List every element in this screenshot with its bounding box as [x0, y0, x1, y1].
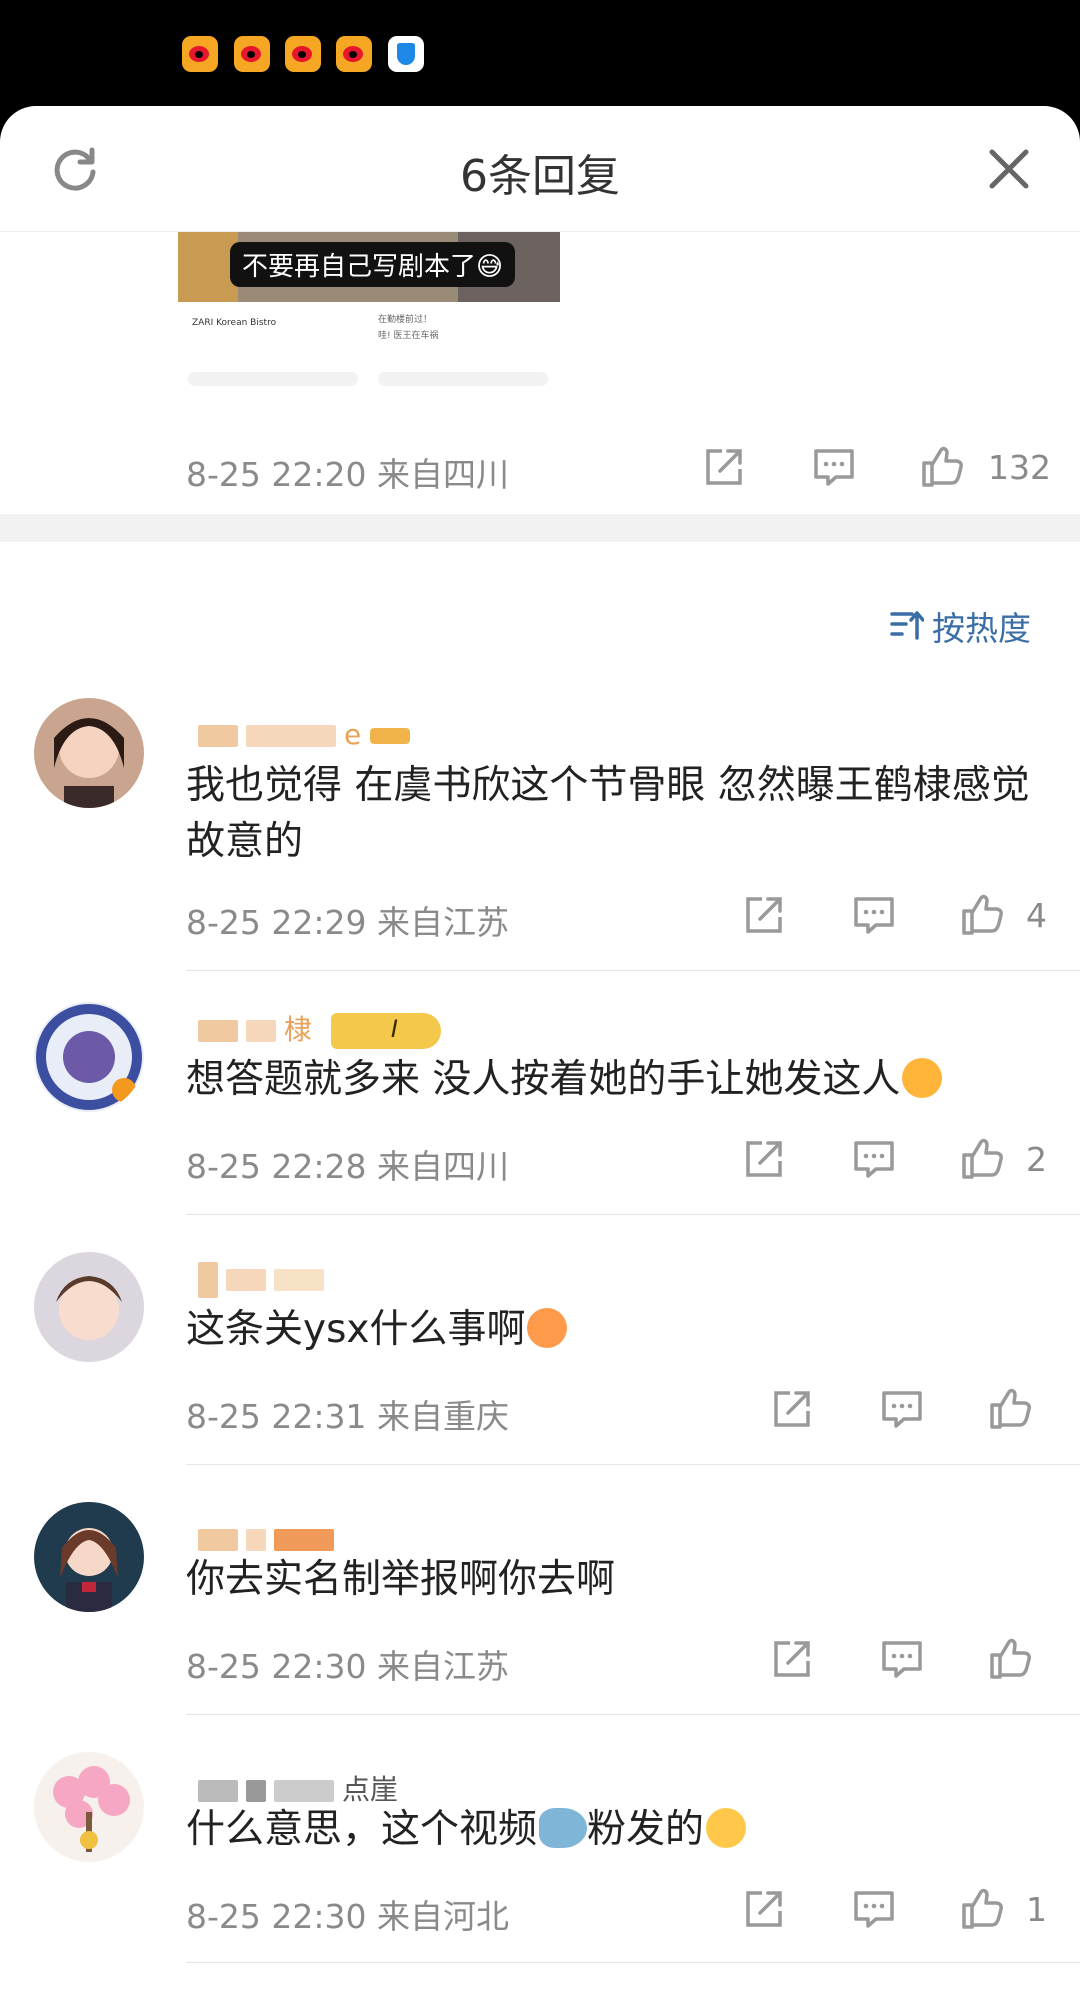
- share-icon[interactable]: [742, 893, 786, 937]
- fish-icon: [539, 1808, 588, 1848]
- shield-icon: [388, 36, 424, 72]
- avatar[interactable]: [34, 1502, 144, 1612]
- weibo-icon: [182, 36, 218, 72]
- share-icon[interactable]: [742, 1887, 786, 1931]
- replies-sheet: 6条回复 不要再自己写剧本了😅 ZARI Korean Bistro 在勤楼前过…: [0, 106, 1080, 1992]
- fan-level-badge: I: [330, 1013, 441, 1049]
- like-icon[interactable]: [920, 445, 964, 489]
- share-icon[interactable]: [702, 445, 746, 489]
- avatar[interactable]: [34, 698, 144, 808]
- sort-label: 按热度: [932, 609, 1031, 648]
- status-bar: [0, 0, 1080, 110]
- comment-text: 什么意思，这个视频 粉发的: [186, 1802, 1046, 1858]
- comment-location: 来自四川: [377, 1147, 509, 1186]
- post-meta-row: 8-25 22:20 来自四川 132: [0, 442, 1080, 494]
- vip-badge: [370, 728, 411, 744]
- comment-time: 8-25 22:28: [186, 1147, 367, 1186]
- comment-location: 来自河北: [377, 1897, 509, 1936]
- like-icon[interactable]: [988, 1637, 1032, 1681]
- image-small-text: ZARI Korean Bistro: [192, 318, 277, 328]
- divider: [186, 1962, 1080, 1963]
- comment-item: 你去实名制举报啊你去啊 8-25 22:30 来自江苏: [0, 1502, 1080, 1752]
- username[interactable]: 点崖: [198, 1768, 398, 1806]
- post-image[interactable]: 不要再自己写剧本了😅 ZARI Korean Bistro 在勤楼前过！ 哇! …: [178, 232, 560, 400]
- like-icon[interactable]: [988, 1387, 1032, 1431]
- close-icon[interactable]: [986, 146, 1032, 192]
- comment-icon[interactable]: [812, 445, 856, 489]
- like-count: 4: [1026, 896, 1047, 935]
- image-small-text: 在勤楼前过！: [378, 315, 433, 325]
- section-separator: [0, 514, 1080, 542]
- comment-location: 来自江苏: [377, 1647, 509, 1686]
- comment-meta-row: 8-25 22:30 来自河北 1: [0, 1884, 1080, 1936]
- post-time: 8-25 22:20: [186, 455, 367, 494]
- comment-meta-row: 8-25 22:28 来自四川 2: [0, 1134, 1080, 1186]
- like-icon[interactable]: [960, 893, 1004, 937]
- emoji-icon: [902, 1058, 943, 1098]
- weibo-icon: [336, 36, 372, 72]
- comment-location: 来自江苏: [377, 903, 509, 942]
- comment-time-location: 8-25 22:31 来自重庆: [186, 1390, 509, 1438]
- image-caption: 不要再自己写剧本了😅: [230, 242, 516, 287]
- like-count: 132: [988, 448, 1051, 487]
- username[interactable]: [198, 1522, 342, 1552]
- avatar[interactable]: [34, 1752, 144, 1862]
- avatar[interactable]: [34, 1252, 144, 1362]
- emoji-icon: [527, 1308, 568, 1348]
- comment-item: 棣 I 想答题就多来 没人按着她的手让她发这人 8-25 22:28 来自四川 …: [0, 1002, 1080, 1252]
- reply-icon[interactable]: [852, 1137, 896, 1181]
- comment-location: 来自重庆: [377, 1397, 509, 1436]
- like-count: 1: [1026, 1890, 1047, 1929]
- weibo-icon: [234, 36, 270, 72]
- username[interactable]: 棣 I: [198, 1008, 441, 1049]
- comment-item: 点崖 什么意思，这个视频 粉发的 8-25 22:30 来自河北 1: [0, 1752, 1080, 1992]
- comment-time-location: 8-25 22:28 来自四川: [186, 1140, 509, 1188]
- reply-icon[interactable]: [880, 1637, 924, 1681]
- divider: [186, 970, 1080, 971]
- comment-time: 8-25 22:30: [186, 1897, 367, 1936]
- reply-icon[interactable]: [880, 1387, 924, 1431]
- comment-text: 我也觉得 在虞书欣这个节骨眼 忽然曝王鹤棣感觉故意的: [186, 763, 1030, 864]
- divider: [186, 1214, 1080, 1215]
- divider: [186, 1714, 1080, 1715]
- share-icon[interactable]: [770, 1387, 814, 1431]
- comment-item: 这条关ysx什么事啊 8-25 22:31 来自重庆: [0, 1252, 1080, 1502]
- sort-icon: [890, 611, 924, 640]
- comment-meta-row: 8-25 22:31 来自重庆: [0, 1384, 1080, 1436]
- share-icon[interactable]: [742, 1137, 786, 1181]
- comment-text: 想答题就多来 没人按着她的手让她发这人: [186, 1052, 1046, 1108]
- reply-icon[interactable]: [852, 1887, 896, 1931]
- weibo-icon: [285, 36, 321, 72]
- username[interactable]: e: [198, 718, 411, 751]
- comment-meta-row: 8-25 22:29 来自江苏 4: [0, 890, 1080, 942]
- comment-text: 这条关ysx什么事啊: [186, 1302, 1046, 1358]
- page-title: 6条回复: [460, 151, 620, 202]
- comment-item: e 我也觉得 在虞书欣这个节骨眼 忽然曝王鹤棣感觉故意的 8-25 22:29 …: [0, 698, 1080, 982]
- share-icon[interactable]: [770, 1637, 814, 1681]
- comment-time: 8-25 22:29: [186, 903, 367, 942]
- emoji-icon: [706, 1808, 747, 1848]
- avatar[interactable]: [34, 1002, 144, 1112]
- reply-icon[interactable]: [852, 893, 896, 937]
- comment-time-location: 8-25 22:30 来自江苏: [186, 1640, 509, 1688]
- divider: [186, 1464, 1080, 1465]
- post-time-location: 8-25 22:20 来自四川: [186, 448, 509, 496]
- comment-text: 你去实名制举报啊你去啊: [186, 1557, 616, 1602]
- like-icon[interactable]: [960, 1887, 1004, 1931]
- sheet-header: 6条回复: [0, 106, 1080, 232]
- like-count: 2: [1026, 1140, 1047, 1179]
- image-small-text: 哇! 医王在车祸: [378, 331, 439, 341]
- comment-meta-row: 8-25 22:30 来自江苏: [0, 1634, 1080, 1686]
- comment-time: 8-25 22:30: [186, 1647, 367, 1686]
- username[interactable]: [198, 1262, 332, 1298]
- like-icon[interactable]: [960, 1137, 1004, 1181]
- comment-time: 8-25 22:31: [186, 1397, 367, 1436]
- comment-time-location: 8-25 22:29 来自江苏: [186, 896, 509, 944]
- comment-time-location: 8-25 22:30 来自河北: [186, 1890, 509, 1938]
- post-location: 来自四川: [377, 455, 509, 494]
